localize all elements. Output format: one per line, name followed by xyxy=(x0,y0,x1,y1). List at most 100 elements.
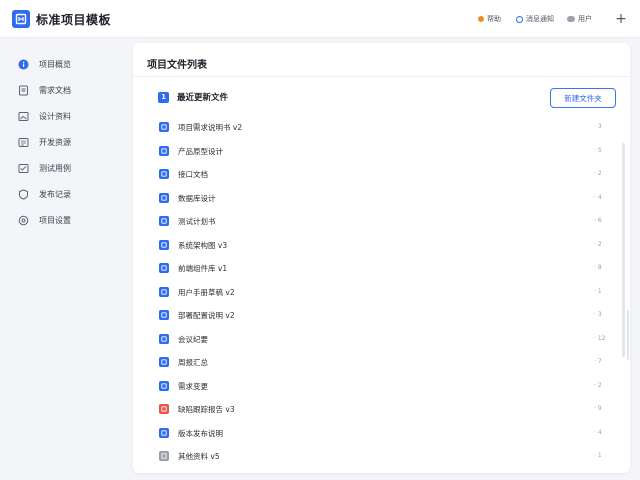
page-scrollbar[interactable] xyxy=(627,310,629,360)
sidebar-item-testing[interactable]: 测试用例 xyxy=(18,160,122,176)
shield-icon xyxy=(18,188,29,200)
file-icon xyxy=(159,192,169,203)
file-icon xyxy=(159,404,169,414)
sidebar-item-label: 项目概览 xyxy=(39,59,71,69)
file-meta: · 7 xyxy=(594,358,602,365)
sidebar-item-settings[interactable]: 项目设置 xyxy=(18,212,122,228)
notifications-button[interactable]: 消息通知 xyxy=(516,13,554,25)
file-row[interactable]: 需求变更 · 2 xyxy=(147,376,617,396)
file-name: 产品原型设计 xyxy=(178,146,223,156)
file-meta: · 2 xyxy=(594,240,602,248)
file-icon xyxy=(159,451,169,461)
top-header: 标准项目模板 帮助 消息通知 用户 + xyxy=(0,0,640,38)
user-menu-button[interactable]: 用户 xyxy=(567,13,592,25)
file-meta: · 5 xyxy=(594,146,602,154)
section-header: 1 最近更新文件 xyxy=(158,90,228,104)
file-meta: · 4 xyxy=(594,193,602,201)
file-icon xyxy=(159,357,169,367)
notifications-label: 消息通知 xyxy=(526,15,554,23)
file-row[interactable]: 版本发布说明 · 4 xyxy=(147,423,617,443)
app-logo-icon[interactable] xyxy=(12,10,30,28)
create-folder-button[interactable]: 新建文件夹 xyxy=(550,88,616,108)
checklist-icon xyxy=(18,163,29,174)
file-name: 需求变更 xyxy=(178,381,208,391)
list-icon xyxy=(18,137,29,148)
file-name: 用户手册草稿 v2 xyxy=(178,287,235,297)
file-name: 测试计划书 xyxy=(178,217,216,226)
file-meta: · 3 xyxy=(594,311,602,318)
file-row[interactable]: 接口文档 · 2 xyxy=(147,164,617,184)
file-name: 版本发布说明 xyxy=(178,428,223,438)
section-title: 最近更新文件 xyxy=(177,93,229,103)
list-scrollbar[interactable] xyxy=(622,143,625,357)
file-icon xyxy=(159,169,169,179)
file-name: 会议纪要 xyxy=(178,334,208,344)
file-row[interactable]: 产品原型设计 · 5 xyxy=(147,141,617,161)
document-icon xyxy=(18,85,29,96)
help-button[interactable]: 帮助 xyxy=(478,13,501,25)
sidebar-item-label: 设计资料 xyxy=(39,111,71,121)
file-row[interactable]: 数据库设计 · 4 xyxy=(147,188,617,208)
divider xyxy=(133,76,630,77)
page-title: 项目文件列表 xyxy=(147,60,207,71)
user-avatar-icon xyxy=(567,16,575,22)
file-list: 项目需求说明书 v2 · 3 产品原型设计 · 5 接口文档 · 2 数据库设计 · 4 测试计… xyxy=(147,117,617,469)
file-row[interactable]: 用户手册草稿 v2 · 1 xyxy=(147,282,617,302)
sidebar-item-requirements[interactable]: 需求文档 xyxy=(18,82,122,98)
file-name: 项目需求说明书 v2 xyxy=(178,123,243,132)
file-row[interactable]: 部署配置说明 v2 · 3 xyxy=(147,305,617,325)
file-meta: · 1 xyxy=(594,452,602,459)
file-name: 其他资料 v5 xyxy=(178,452,220,461)
file-icon xyxy=(159,333,169,344)
file-row[interactable]: 会议纪要 · 12 xyxy=(147,329,617,349)
file-name: 缺陷跟踪报告 v3 xyxy=(178,405,235,414)
file-icon xyxy=(159,380,169,391)
file-meta: · 9 xyxy=(594,405,602,412)
file-icon xyxy=(159,310,169,320)
notification-icon xyxy=(516,15,523,23)
file-meta: · 8 xyxy=(594,264,602,271)
sidebar-item-label: 开发资源 xyxy=(39,137,71,147)
file-icon xyxy=(159,145,169,156)
file-name: 系统架构图 v3 xyxy=(178,240,228,250)
sidebar-item-label: 需求文档 xyxy=(39,85,71,95)
file-row[interactable]: 其他资料 v5 · 1 xyxy=(147,446,617,466)
file-name: 周报汇总 xyxy=(178,358,208,367)
file-row[interactable]: 系统架构图 v3 · 2 xyxy=(147,235,617,255)
file-row[interactable]: 缺陷跟踪报告 v3 · 9 xyxy=(147,399,617,419)
file-row[interactable]: 项目需求说明书 v2 · 3 xyxy=(147,117,617,137)
file-name: 部署配置说明 v2 xyxy=(178,311,235,320)
file-row[interactable]: 测试计划书 · 6 xyxy=(147,211,617,231)
sidebar-item-design[interactable]: 设计资料 xyxy=(18,108,122,124)
sidebar-item-releases[interactable]: 发布记录 xyxy=(18,186,122,202)
info-circle-icon xyxy=(18,59,29,70)
file-meta: · 3 xyxy=(594,123,602,130)
section-badge-icon: 1 xyxy=(158,91,169,103)
file-icon xyxy=(159,122,169,132)
file-icon xyxy=(159,239,169,250)
file-icon xyxy=(159,216,169,226)
help-label: 帮助 xyxy=(487,15,501,23)
file-row[interactable]: 周报汇总 · 7 xyxy=(147,352,617,372)
user-label: 用户 xyxy=(578,15,592,23)
file-meta: · 6 xyxy=(594,217,602,224)
file-meta: · 1 xyxy=(594,287,602,295)
plus-icon: + xyxy=(615,11,627,27)
app-title: 标准项目模板 xyxy=(36,13,112,27)
add-button[interactable]: + xyxy=(612,10,630,28)
sidebar: 项目概览 需求文档 设计资料 开发资源 测试用例 发布记录 项目设置 xyxy=(8,44,126,474)
sidebar-item-development[interactable]: 开发资源 xyxy=(18,134,122,150)
sidebar-item-overview[interactable]: 项目概览 xyxy=(18,56,122,72)
sidebar-item-label: 测试用例 xyxy=(39,163,71,173)
file-icon xyxy=(159,286,169,297)
help-icon xyxy=(478,16,484,22)
file-row[interactable]: 前端组件库 v1 · 8 xyxy=(147,258,617,278)
sidebar-item-label: 发布记录 xyxy=(39,189,71,199)
file-name: 数据库设计 xyxy=(178,193,216,203)
file-meta: · 4 xyxy=(594,428,602,436)
file-meta: · 2 xyxy=(594,170,602,177)
file-meta: · 12 xyxy=(594,334,606,342)
file-meta: · 2 xyxy=(594,381,602,389)
file-icon xyxy=(159,427,169,438)
file-name: 接口文档 xyxy=(178,170,208,179)
